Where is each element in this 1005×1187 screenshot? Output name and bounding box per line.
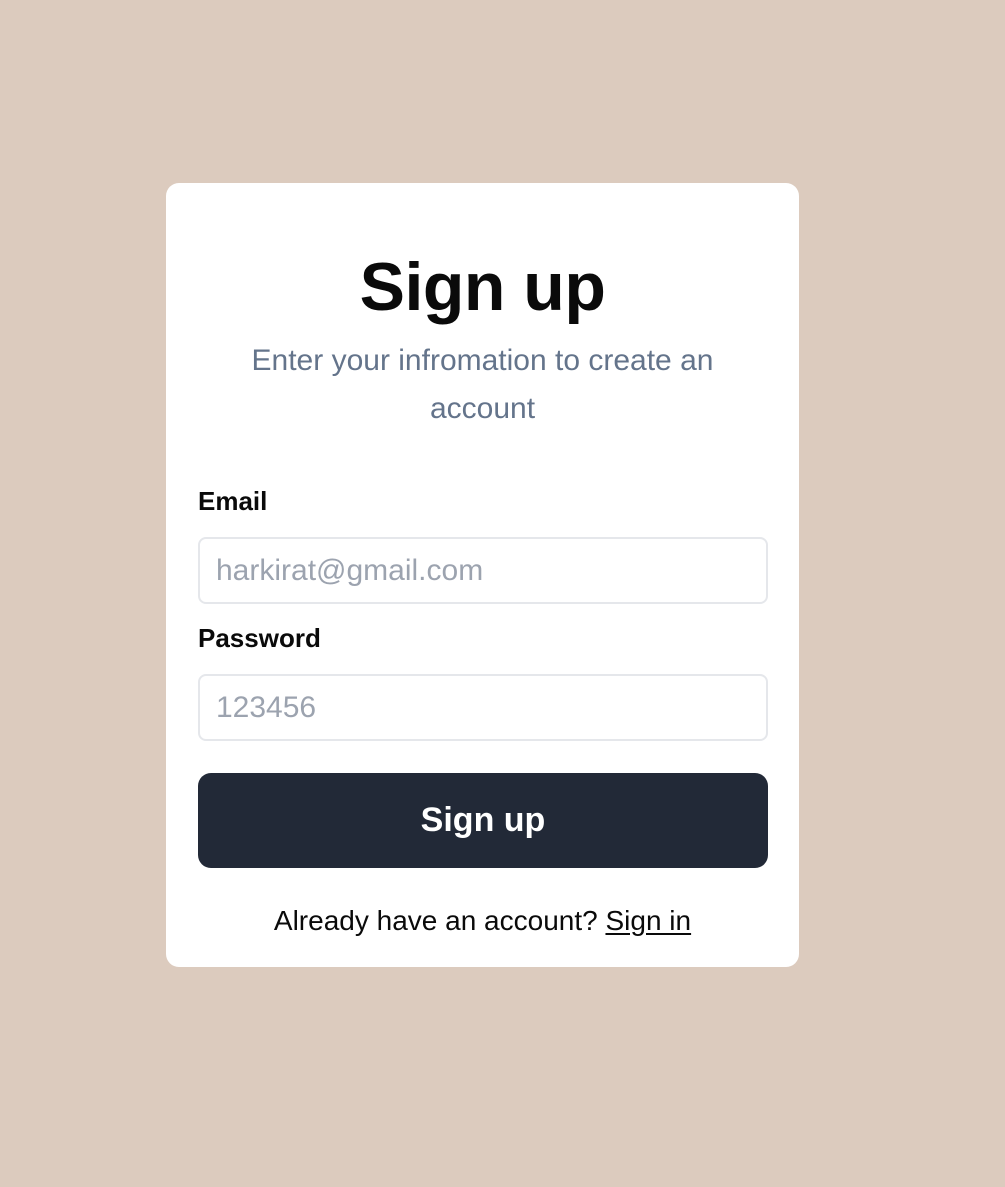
- signin-link[interactable]: Sign in: [605, 905, 691, 936]
- signin-prompt-text: Already have an account?: [273, 905, 606, 936]
- page-title: Sign up: [359, 249, 606, 325]
- password-label: Password: [198, 623, 321, 653]
- email-label: Email: [198, 486, 268, 516]
- signup-button[interactable]: Sign up: [198, 773, 768, 868]
- email-input[interactable]: [198, 537, 768, 604]
- signup-card: Sign up Enter your infromation to create…: [166, 183, 799, 967]
- password-input[interactable]: [198, 674, 768, 741]
- signin-prompt: Already have an account? Sign in: [198, 904, 767, 938]
- page-subtitle: Enter your infromation to create an acco…: [251, 344, 714, 425]
